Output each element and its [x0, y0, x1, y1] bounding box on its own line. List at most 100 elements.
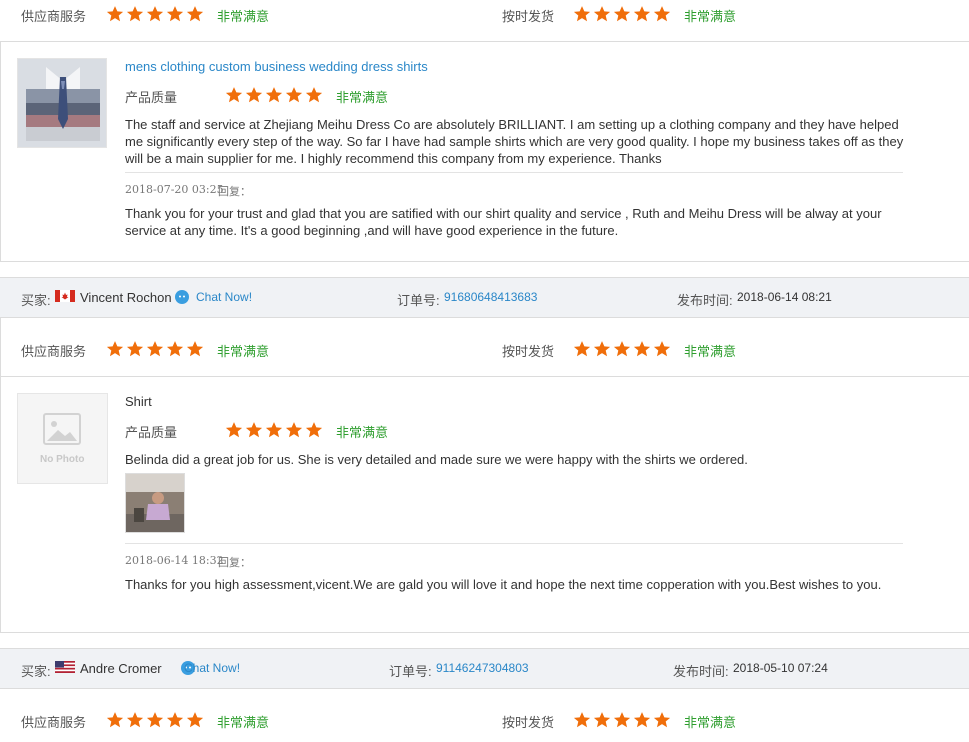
- star-icon: [593, 711, 611, 729]
- reply-text: Thank you for your trust and glad that y…: [125, 206, 882, 238]
- on-time-delivery-label: 按时发货: [502, 9, 555, 24]
- star-icon: [225, 86, 243, 104]
- star-icon: [146, 5, 164, 23]
- published-time: 2018-06-14 08:21: [737, 290, 832, 304]
- on-time-delivery-label: 按时发货: [502, 715, 555, 730]
- star-icon: [633, 340, 651, 358]
- supplier-service-stars: [106, 711, 204, 729]
- supplier-service-rating-text: 非常满意: [217, 9, 270, 24]
- supplier-service-label: 供应商服务: [21, 9, 87, 24]
- reply-label: 回复：: [218, 185, 251, 198]
- reply-label: 回复：: [218, 556, 251, 569]
- star-icon: [106, 711, 124, 729]
- star-icon: [653, 711, 671, 729]
- divider: [0, 632, 969, 633]
- review-photo[interactable]: [125, 473, 185, 533]
- star-icon: [285, 421, 303, 439]
- star-icon: [245, 86, 263, 104]
- on-time-delivery-stars: [573, 711, 671, 729]
- no-photo-placeholder[interactable]: No Photo: [17, 393, 108, 484]
- chat-now-link[interactable]: Chat Now!: [184, 661, 240, 675]
- published-label: 发布时间:: [677, 293, 733, 308]
- star-icon: [186, 340, 204, 358]
- published-time: 2018-05-10 07:24: [733, 661, 828, 675]
- on-time-delivery-rating-text: 非常满意: [684, 9, 737, 24]
- supplier-service-rating-text: 非常满意: [217, 344, 270, 359]
- review-text: The staff and service at Zhejiang Meihu …: [125, 117, 904, 166]
- product-thumbnail[interactable]: [17, 58, 107, 148]
- star-icon: [613, 711, 631, 729]
- product-quality-rating-text: 非常满意: [336, 425, 389, 440]
- supplier-service-stars: [106, 5, 204, 23]
- star-icon: [265, 86, 283, 104]
- supplier-service-label: 供应商服务: [21, 715, 87, 730]
- order-number-link[interactable]: 91146247304803: [436, 661, 529, 675]
- canada-flag-icon: [55, 290, 75, 305]
- star-icon: [126, 5, 144, 23]
- star-icon: [166, 340, 184, 358]
- star-icon: [653, 340, 671, 358]
- buyer-label: 买家:: [21, 293, 51, 308]
- star-icon: [166, 5, 184, 23]
- reply-timestamp: 2018-07-20 03:25: [125, 183, 224, 196]
- card-border-left: [0, 318, 1, 632]
- product-title: Shirt: [125, 394, 152, 409]
- review-text: Belinda did a great job for us. She is v…: [125, 452, 748, 467]
- chat-bubble-icon[interactable]: [175, 290, 189, 304]
- no-photo-text: No Photo: [40, 454, 85, 465]
- reply-text: Thanks for you high assessment,vicent.We…: [125, 577, 882, 592]
- divider: [0, 376, 969, 377]
- product-quality-rating-text: 非常满意: [336, 90, 389, 105]
- on-time-delivery-rating-text: 非常满意: [684, 344, 737, 359]
- star-icon: [573, 711, 591, 729]
- on-time-delivery-label: 按时发货: [502, 344, 555, 359]
- star-icon: [186, 711, 204, 729]
- star-icon: [633, 5, 651, 23]
- usa-flag-icon: [55, 661, 75, 676]
- product-link[interactable]: mens clothing custom business wedding dr…: [125, 59, 428, 74]
- star-icon: [305, 421, 323, 439]
- star-icon: [593, 340, 611, 358]
- star-icon: [186, 5, 204, 23]
- reply-divider: [125, 543, 903, 544]
- star-icon: [106, 5, 124, 23]
- on-time-delivery-stars: [573, 340, 671, 358]
- product-quality-label: 产品质量: [125, 425, 178, 440]
- on-time-delivery-rating-text: 非常满意: [684, 715, 737, 730]
- supplier-service-rating-text: 非常满意: [217, 715, 270, 730]
- reply-divider: [125, 172, 903, 173]
- card-border-left: [0, 41, 1, 261]
- star-icon: [285, 86, 303, 104]
- product-quality-stars: [225, 86, 323, 104]
- star-icon: [593, 5, 611, 23]
- star-icon: [573, 340, 591, 358]
- buyer-name[interactable]: Andre Cromer: [80, 661, 162, 676]
- divider: [0, 261, 969, 262]
- star-icon: [653, 5, 671, 23]
- reply-timestamp: 2018-06-14 18:32: [125, 554, 224, 567]
- buyer-name[interactable]: Vincent Rochon: [80, 290, 172, 305]
- image-placeholder-icon: [43, 413, 81, 445]
- buyer-label: 买家:: [21, 664, 51, 679]
- star-icon: [126, 711, 144, 729]
- order-number-link[interactable]: 91680648413683: [444, 290, 537, 304]
- divider: [0, 41, 969, 42]
- order-number-label: 订单号:: [389, 664, 432, 679]
- star-icon: [245, 421, 263, 439]
- star-icon: [613, 340, 631, 358]
- product-quality-stars: [225, 421, 323, 439]
- order-number-label: 订单号:: [397, 293, 440, 308]
- star-icon: [146, 340, 164, 358]
- supplier-service-stars: [106, 340, 204, 358]
- star-icon: [613, 5, 631, 23]
- star-icon: [573, 5, 591, 23]
- product-quality-label: 产品质量: [125, 90, 178, 105]
- star-icon: [106, 340, 124, 358]
- chat-now-link[interactable]: Chat Now!: [196, 290, 252, 304]
- star-icon: [633, 711, 651, 729]
- star-icon: [305, 86, 323, 104]
- star-icon: [126, 340, 144, 358]
- star-icon: [166, 711, 184, 729]
- star-icon: [265, 421, 283, 439]
- star-icon: [146, 711, 164, 729]
